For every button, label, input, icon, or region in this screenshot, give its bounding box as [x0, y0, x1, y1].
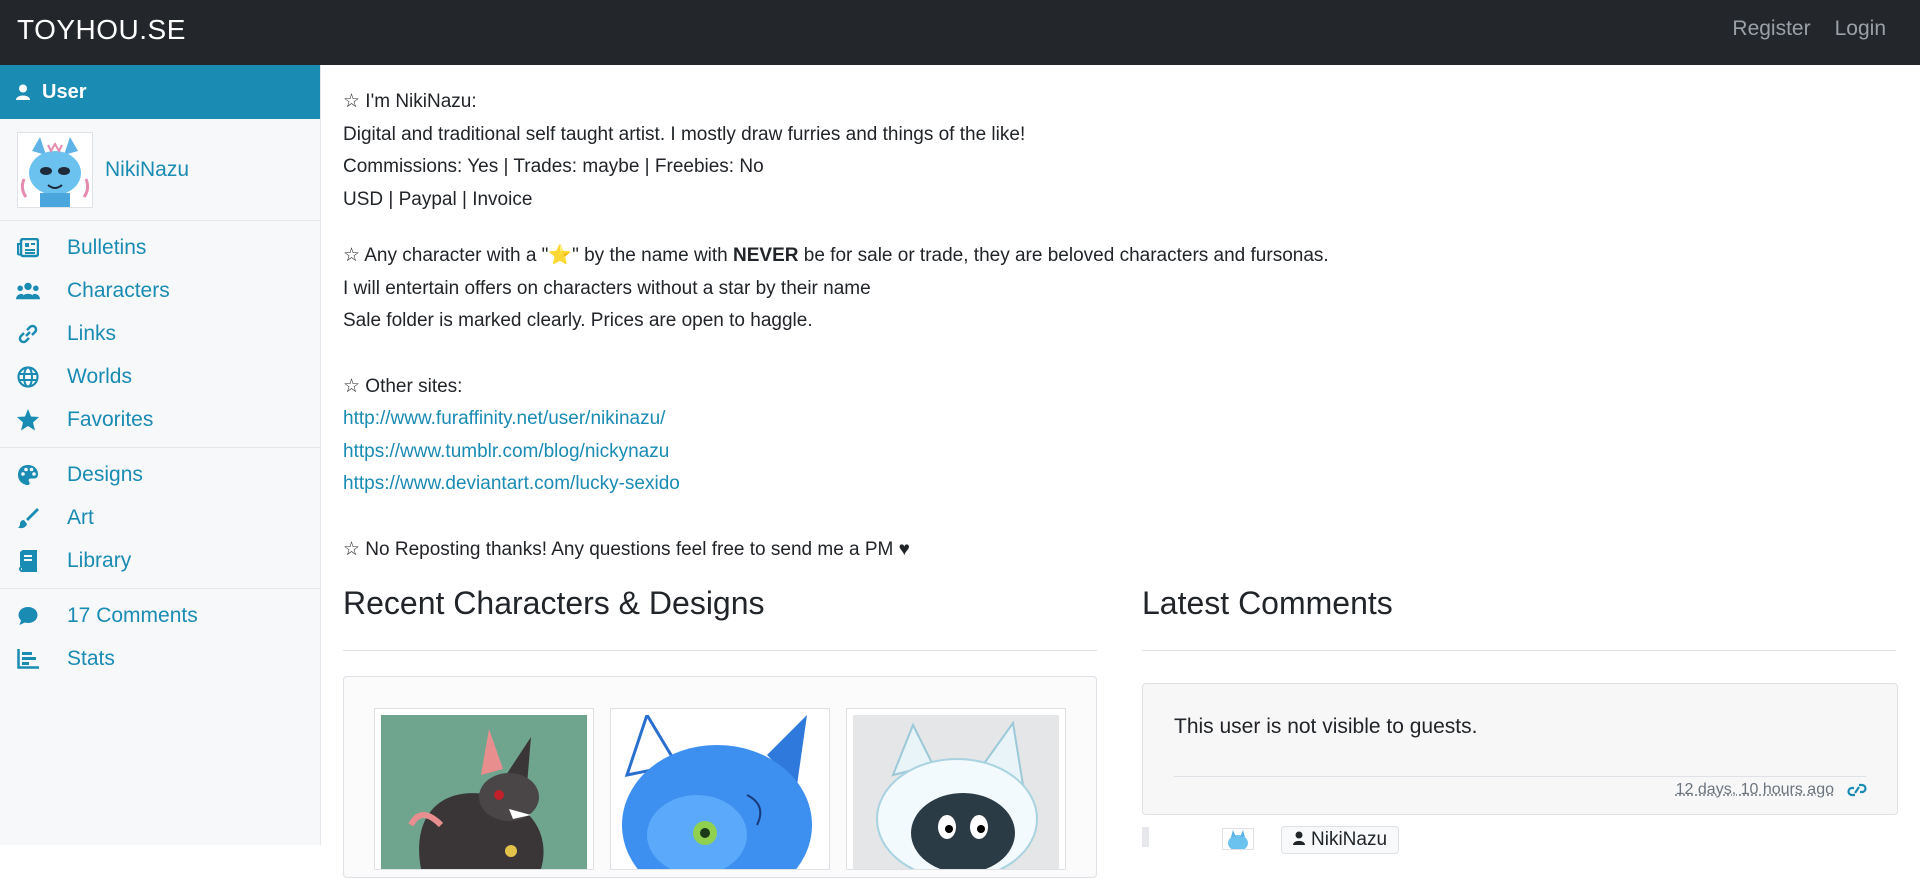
- comment-author-name: NikiNazu: [1311, 829, 1388, 850]
- character-thumbnail-image: [381, 715, 587, 869]
- nav-actions: Register Login: [1732, 17, 1886, 41]
- sidebar-header-label: User: [42, 80, 87, 103]
- sidebar-item-characters[interactable]: Characters: [0, 269, 320, 312]
- sidebar-item-label: Art: [67, 505, 94, 529]
- register-link[interactable]: Register: [1732, 17, 1810, 41]
- character-thumbnail-image: [617, 715, 823, 869]
- sidebar-item-designs[interactable]: Designs: [0, 453, 320, 496]
- login-link[interactable]: Login: [1835, 17, 1886, 41]
- sidebar-item-library[interactable]: Library: [0, 539, 320, 582]
- link-deviantart[interactable]: https://www.deviantart.com/lucky-sexido: [343, 473, 680, 494]
- sidebar-item-label: 17 Comments: [67, 603, 198, 627]
- chart-icon: [16, 647, 40, 671]
- sidebar-group-creations: Designs Art Library: [0, 448, 320, 589]
- sidebar-item-label: Library: [67, 548, 132, 572]
- profile-bio: Digital and traditional self taught arti…: [343, 123, 1026, 145]
- sidebar-item-label: Stats: [67, 646, 115, 670]
- profile-offers: I will entertain offers on characters wi…: [343, 277, 871, 299]
- profile-description: ☆ I'm NikiNazu: Digital and traditional …: [343, 65, 1899, 566]
- comment-author-badge[interactable]: NikiNazu: [1281, 826, 1400, 854]
- link-icon: [16, 322, 40, 346]
- character-thumbnail[interactable]: [610, 708, 830, 870]
- sidebar-item-label: Worlds: [67, 364, 132, 388]
- star-icon: [16, 408, 40, 432]
- divider: [1142, 650, 1896, 651]
- sidebar: User NikiNazu Bulletins Characters Links…: [0, 65, 321, 845]
- sidebar-item-favorites[interactable]: Favorites: [0, 398, 320, 441]
- comment-icon: [16, 604, 40, 628]
- profile-sale-folder: Sale folder is marked clearly. Prices ar…: [343, 310, 813, 331]
- user-icon: [16, 84, 30, 100]
- avatar[interactable]: [1222, 828, 1254, 851]
- sidebar-item-label: Favorites: [67, 407, 154, 431]
- profile-star-note: ☆ Any character with a "⭐" by the name w…: [343, 240, 1899, 273]
- star-note-part-a: ☆ Any character with a "⭐" by the name w…: [343, 245, 734, 266]
- divider: [343, 650, 1097, 651]
- book-icon: [16, 549, 40, 573]
- paintbrush-icon: [16, 506, 40, 530]
- sidebar-header: User: [0, 65, 320, 119]
- sidebar-item-stats[interactable]: Stats: [0, 637, 320, 680]
- sidebar-item-links[interactable]: Links: [0, 312, 320, 355]
- newspaper-icon: [16, 236, 40, 260]
- avatar-image: [1223, 829, 1253, 851]
- main-content: ☆ I'm NikiNazu: Digital and traditional …: [343, 65, 1899, 566]
- sidebar-item-label: Designs: [67, 462, 143, 486]
- sidebar-username[interactable]: NikiNazu: [105, 158, 189, 182]
- profile-closing: ☆ No Reposting thanks! Any questions fee…: [343, 538, 910, 560]
- top-navbar: TOYHOU.SE Register Login: [0, 0, 1920, 65]
- comment-divider: [1174, 776, 1866, 777]
- star-note-bold: NEVER: [733, 245, 799, 266]
- comment-card: This user is not visible to guests. 12 d…: [1142, 683, 1898, 815]
- comment-timestamp[interactable]: 12 days, 10 hours ago: [1676, 781, 1834, 799]
- latest-comments-title: Latest Comments: [1142, 585, 1393, 621]
- character-thumbnail[interactable]: [374, 708, 594, 870]
- sidebar-item-label: Characters: [67, 278, 170, 302]
- profile-payment: USD | Paypal | Invoice: [343, 188, 533, 210]
- users-icon: [16, 279, 40, 303]
- sidebar-group-meta: 17 Comments Stats: [0, 589, 320, 686]
- comment-notice: This user is not visible to guests.: [1174, 715, 1478, 738]
- globe-icon: [16, 365, 40, 389]
- avatar-image: [18, 132, 92, 207]
- sidebar-item-bulletins[interactable]: Bulletins: [0, 226, 320, 269]
- character-thumbnail-image: [853, 715, 1059, 869]
- avatar[interactable]: [17, 131, 93, 208]
- sidebar-item-comments[interactable]: 17 Comments: [0, 594, 320, 637]
- link-furaffinity[interactable]: http://www.furaffinity.net/user/nikinazu…: [343, 408, 665, 429]
- profile-intro: ☆ I'm NikiNazu:: [343, 91, 477, 112]
- user-icon: [1293, 829, 1305, 851]
- profile-commissions: Commissions: Yes | Trades: maybe | Freeb…: [343, 156, 764, 177]
- sidebar-item-worlds[interactable]: Worlds: [0, 355, 320, 398]
- sidebar-item-art[interactable]: Art: [0, 496, 320, 539]
- character-thumbnail[interactable]: [846, 708, 1066, 870]
- recent-characters-title: Recent Characters & Designs: [343, 585, 765, 621]
- sidebar-user[interactable]: NikiNazu: [0, 119, 320, 221]
- star-note-part-b: be for sale or trade, they are beloved c…: [798, 245, 1329, 266]
- sidebar-item-label: Bulletins: [67, 235, 147, 259]
- link-tumblr[interactable]: https://www.tumblr.com/blog/nickynazu: [343, 441, 669, 462]
- permalink-icon[interactable]: [1847, 783, 1867, 802]
- palette-icon: [16, 463, 40, 487]
- site-logo[interactable]: TOYHOU.SE: [17, 14, 186, 46]
- recent-characters-gallery: [343, 676, 1097, 878]
- sidebar-item-label: Links: [67, 321, 117, 345]
- comment-thread-indicator: [1142, 827, 1149, 847]
- sidebar-group-main: Bulletins Characters Links Worlds Favori…: [0, 221, 320, 448]
- profile-other-sites: ☆ Other sites:: [343, 375, 463, 397]
